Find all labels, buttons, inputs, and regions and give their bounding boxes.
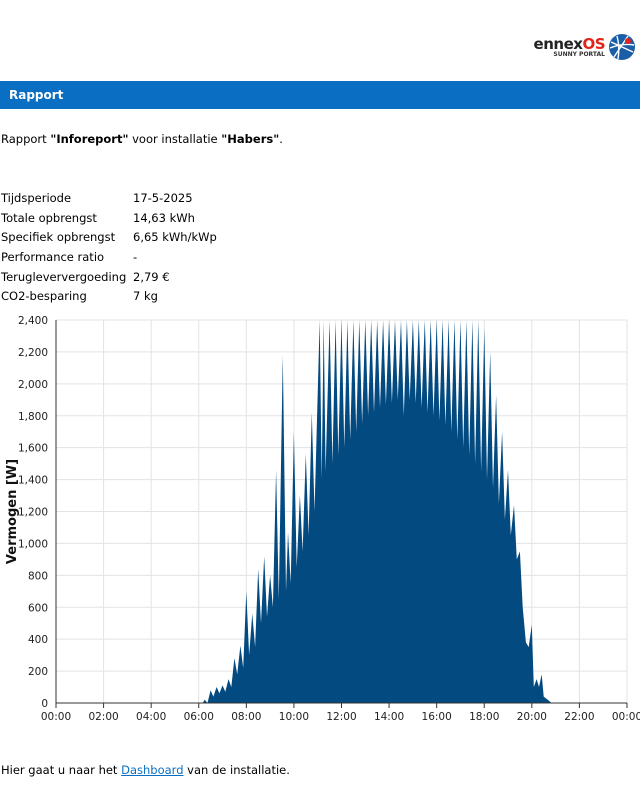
x-tick-label: 10:00 [279, 711, 309, 723]
y-tick-label: 2,200 [18, 347, 48, 359]
intro-middle: voor installatie [128, 132, 222, 146]
info-label: Tijdsperiode [1, 190, 72, 205]
info-label: Performance ratio [1, 249, 105, 264]
info-label: Totale opbrengst [1, 210, 97, 225]
x-tick-label: 20:00 [517, 711, 547, 723]
info-row: Performance ratio - [1, 247, 217, 267]
report-banner: Rapport [0, 81, 640, 109]
x-tick-label: 00:00 [41, 711, 71, 723]
info-label: Terugleververgoeding [1, 269, 127, 284]
y-tick-label: 0 [41, 698, 48, 710]
y-tick-label: 800 [28, 570, 48, 582]
info-row: CO2-besparing 7 kg [1, 286, 217, 306]
x-tick-label: 08:00 [231, 711, 261, 723]
info-value: 2,79 € [133, 269, 170, 284]
y-tick-label: 600 [28, 602, 48, 614]
info-row: Specifiek opbrengst 6,65 kWh/kWp [1, 227, 217, 247]
logo-brand-accent: OS [582, 34, 605, 53]
power-chart: 0 200 400 600 800 1,000 1,200 1,400 1,600 1,800 2,… [5, 315, 640, 723]
x-tick-label: 06:00 [184, 711, 214, 723]
report-intro: Rapport "Inforeport" voor installatie "H… [1, 132, 283, 146]
logo-brand-main: ennex [533, 34, 583, 53]
info-row: Tijdsperiode 17-5-2025 [1, 188, 217, 208]
info-row: Totale opbrengst 14,63 kWh [1, 208, 217, 228]
footer-prefix: Hier gaat u naar het [1, 763, 122, 777]
x-tick-label: 04:00 [136, 711, 166, 723]
y-tick-label: 200 [28, 666, 48, 678]
x-tick-label: 16:00 [422, 711, 452, 723]
y-tick-label: 2,400 [18, 315, 48, 327]
x-tick-label: 00:00 [612, 711, 640, 723]
y-tick-label: 1,000 [18, 538, 48, 550]
info-label: CO2-besparing [1, 289, 87, 304]
info-value: 14,63 kWh [133, 210, 195, 225]
report-summary-table: Tijdsperiode 17-5-2025 Totale opbrengst 14… [1, 188, 217, 306]
x-tick-label: 12:00 [326, 711, 356, 723]
y-axis-label: Vermogen [W] [5, 459, 20, 564]
x-tick-label: 22:00 [564, 711, 594, 723]
y-tick-label: 400 [28, 634, 48, 646]
y-tick-label: 1,200 [18, 507, 48, 519]
footer-suffix: van de installatie. [183, 763, 290, 777]
intro-prefix: Rapport [1, 132, 51, 146]
x-tick-label: 02:00 [88, 711, 118, 723]
x-tick-label: 18:00 [469, 711, 499, 723]
info-value: 6,65 kWh/kWp [133, 230, 217, 245]
dashboard-link[interactable]: Dashboard [121, 763, 183, 777]
intro-suffix: . [279, 132, 283, 146]
info-value: 17-5-2025 [133, 190, 193, 205]
info-value: - [133, 249, 138, 264]
y-tick-label: 1,800 [18, 411, 48, 423]
info-value: 7 kg [133, 289, 158, 304]
x-tick-label: 14:00 [374, 711, 404, 723]
footer-text: Hier gaat u naar het Dashboard van de in… [1, 763, 290, 777]
y-tick-label: 1,600 [18, 443, 48, 455]
y-tick-label: 1,400 [18, 475, 48, 487]
ennexos-logo: ennexOS SUNNY PORTAL [534, 33, 636, 61]
installation-name: "Habers" [221, 132, 280, 146]
report-name: "Inforeport" [50, 132, 129, 146]
info-label: Specifiek opbrengst [1, 230, 116, 245]
info-row: Terugleververgoeding 2,79 € [1, 267, 217, 287]
globe-icon [609, 34, 635, 60]
y-tick-label: 2,000 [18, 379, 48, 391]
